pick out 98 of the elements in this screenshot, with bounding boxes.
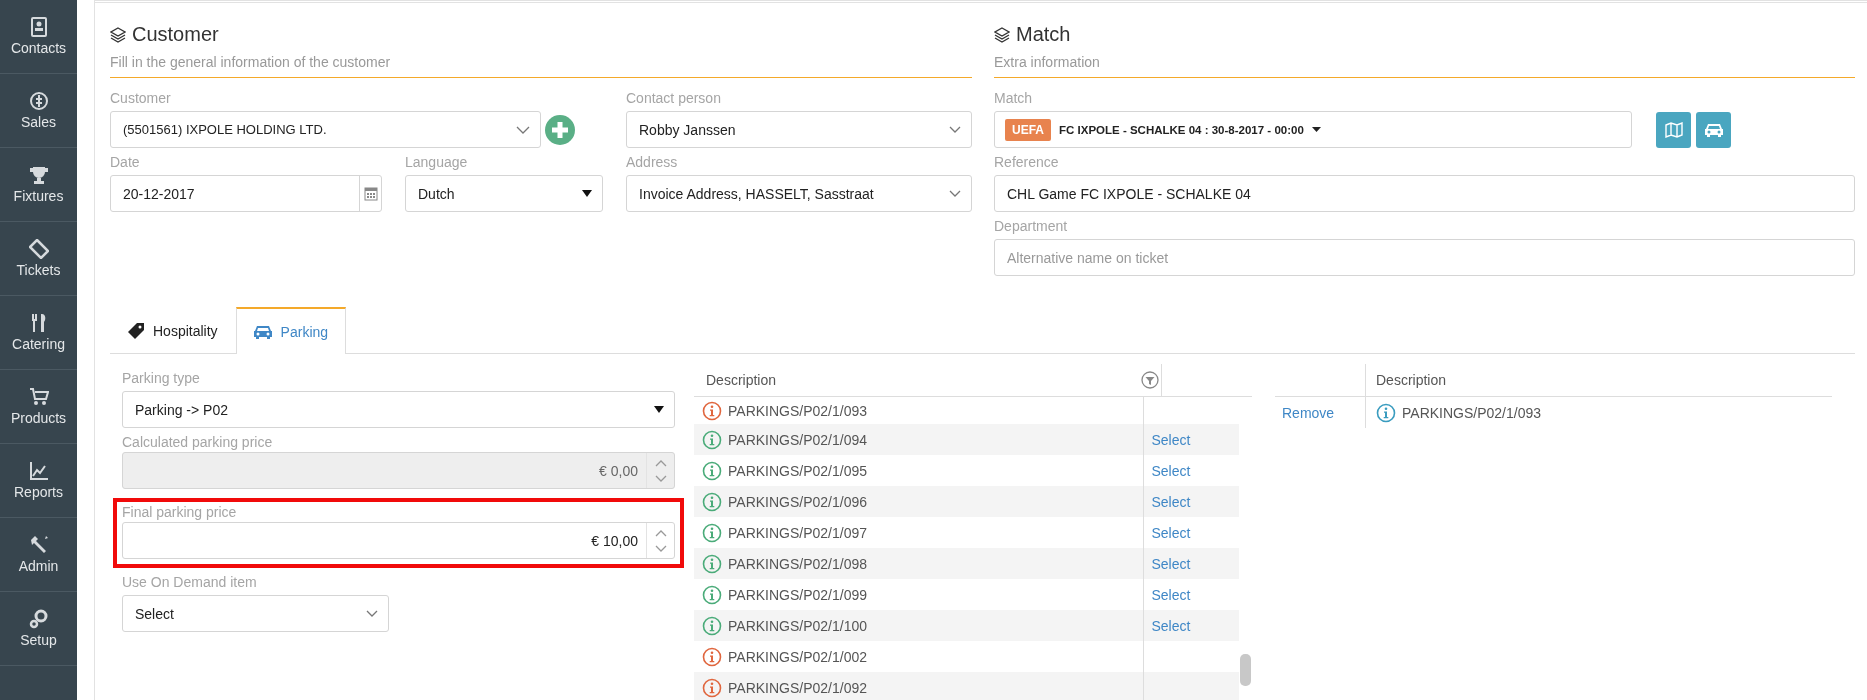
date-field[interactable]: 20-12-2017: [110, 175, 382, 212]
info-icon[interactable]: [702, 646, 722, 667]
remove-link[interactable]: Remove: [1282, 404, 1335, 421]
select-link[interactable]: Select: [1151, 524, 1191, 541]
parking-type-select[interactable]: Parking -> P02: [122, 391, 675, 428]
info-icon[interactable]: [702, 429, 722, 450]
calendar-icon[interactable]: [363, 186, 378, 201]
filter-icon[interactable]: [1141, 371, 1160, 389]
map-button[interactable]: [1656, 111, 1691, 148]
field-label: Parking type: [122, 369, 200, 388]
tab[interactable]: Parking: [235, 307, 347, 354]
sidebar-item[interactable]: Products: [0, 370, 77, 444]
field-label: Contact person: [626, 89, 721, 108]
dropdown-triangle-icon: [654, 406, 664, 413]
table-cell: PARKINGS/P02/1/100: [728, 617, 868, 634]
price-field[interactable]: € 10,00: [122, 522, 675, 559]
chevron-down-icon: [949, 126, 961, 133]
car-icon: [1703, 121, 1724, 138]
column-header: Description: [1376, 372, 1447, 388]
info-icon[interactable]: [702, 460, 722, 481]
table-cell: PARKINGS/P02/1/093: [728, 402, 868, 419]
section-title: Match: [1016, 23, 1071, 46]
contacts-icon: [28, 17, 49, 37]
gears-icon: [28, 609, 49, 629]
section-subtitle: Fill in the general information of the customer: [110, 54, 392, 70]
info-icon[interactable]: [702, 553, 722, 574]
field-label: Use On Demand item: [122, 573, 257, 592]
reference-field[interactable]: CHL Game FC IXPOLE - SCHALKE 04: [994, 175, 1855, 212]
caret-icon: [1311, 127, 1321, 132]
info-icon[interactable]: [702, 400, 722, 421]
competition-badge: UEFA: [1005, 118, 1051, 141]
table-cell: PARKINGS/P02/1/095: [728, 462, 868, 479]
info-icon[interactable]: [702, 677, 722, 698]
sidebar-item[interactable]: Fixtures: [0, 148, 77, 222]
layers-icon: [110, 26, 126, 43]
sidebar-item[interactable]: Sales: [0, 74, 77, 148]
sidebar-item[interactable]: Catering: [0, 296, 77, 370]
scrollbar-thumb[interactable]: [1240, 654, 1251, 686]
tab[interactable]: Hospitality: [110, 307, 236, 353]
plus-icon: [545, 114, 575, 145]
sidebar-item[interactable]: Setup: [0, 592, 77, 666]
section-subtitle: Extra information: [994, 54, 1101, 70]
column-header: Description: [706, 372, 777, 388]
layers-icon: [994, 26, 1010, 43]
car-icon: [252, 323, 273, 340]
select-link[interactable]: Select: [1151, 586, 1191, 603]
chevron-down-icon: [516, 125, 530, 134]
table-cell: PARKINGS/P02/1/099: [728, 586, 868, 603]
table-cell: PARKINGS/P02/1/093: [1402, 404, 1542, 421]
contact-person-select[interactable]: Robby Janssen: [626, 111, 972, 148]
chart-icon: [28, 461, 49, 481]
select-link[interactable]: Select: [1151, 555, 1191, 572]
field-label: Final parking price: [122, 504, 237, 520]
field-label: Department: [994, 217, 1068, 236]
sidebar-item[interactable]: Admin: [0, 518, 77, 592]
table-cell: PARKINGS/P02/1/097: [728, 524, 868, 541]
chevron-down-icon: [949, 190, 961, 197]
add-button[interactable]: [545, 114, 575, 145]
table-cell: PARKINGS/P02/1/098: [728, 555, 868, 572]
select-link[interactable]: Select: [1151, 493, 1191, 510]
trophy-icon: [28, 165, 49, 185]
department-field[interactable]: Alternative name on ticket: [994, 239, 1855, 276]
match-select[interactable]: UEFA FC IXPOLE - SCHALKE 04 : 30-8-2017 - 00:00: [994, 111, 1632, 148]
field-label: Address: [626, 153, 678, 172]
info-icon[interactable]: [702, 584, 722, 605]
tag-icon: [127, 321, 145, 340]
cart-icon: [28, 387, 49, 407]
map-icon: [1664, 121, 1683, 138]
table-cell: PARKINGS/P02/1/096: [728, 493, 868, 510]
info-icon[interactable]: [702, 615, 722, 636]
tools-icon: [28, 535, 49, 555]
language-select[interactable]: Dutch: [405, 175, 603, 212]
customer-select[interactable]: (5501561) IXPOLE HOLDING LTD.: [110, 111, 541, 148]
info-icon[interactable]: [702, 491, 722, 512]
sidebar-item[interactable]: Tickets: [0, 222, 77, 296]
select-link[interactable]: Select: [1151, 617, 1191, 634]
dropdown-triangle-icon: [582, 190, 592, 197]
sidebar-item[interactable]: Reports: [0, 444, 77, 518]
section-title: Customer: [132, 23, 219, 46]
info-icon[interactable]: [702, 522, 722, 543]
table-cell: PARKINGS/P02/1/092: [728, 679, 868, 696]
car-button[interactable]: [1696, 111, 1731, 148]
on-demand-select[interactable]: Select: [122, 595, 389, 632]
info-icon[interactable]: [1376, 402, 1396, 423]
field-label: Match: [994, 89, 1033, 108]
table-cell: PARKINGS/P02/1/002: [728, 648, 868, 665]
field-label: Customer: [110, 89, 171, 108]
field-label: Date: [110, 153, 140, 172]
select-link[interactable]: Select: [1151, 431, 1191, 448]
table-cell: PARKINGS/P02/1/094: [728, 431, 868, 448]
address-select[interactable]: Invoice Address, HASSELT, Sasstraat: [626, 175, 972, 212]
sidebar-item[interactable]: Contacts: [0, 0, 77, 74]
field-label: Language: [405, 153, 468, 172]
ticket-icon: [28, 239, 49, 259]
select-link[interactable]: Select: [1151, 462, 1191, 479]
field-label: Reference: [994, 153, 1059, 172]
field-label: Calculated parking price: [122, 434, 273, 450]
chevron-down-icon: [366, 610, 378, 617]
